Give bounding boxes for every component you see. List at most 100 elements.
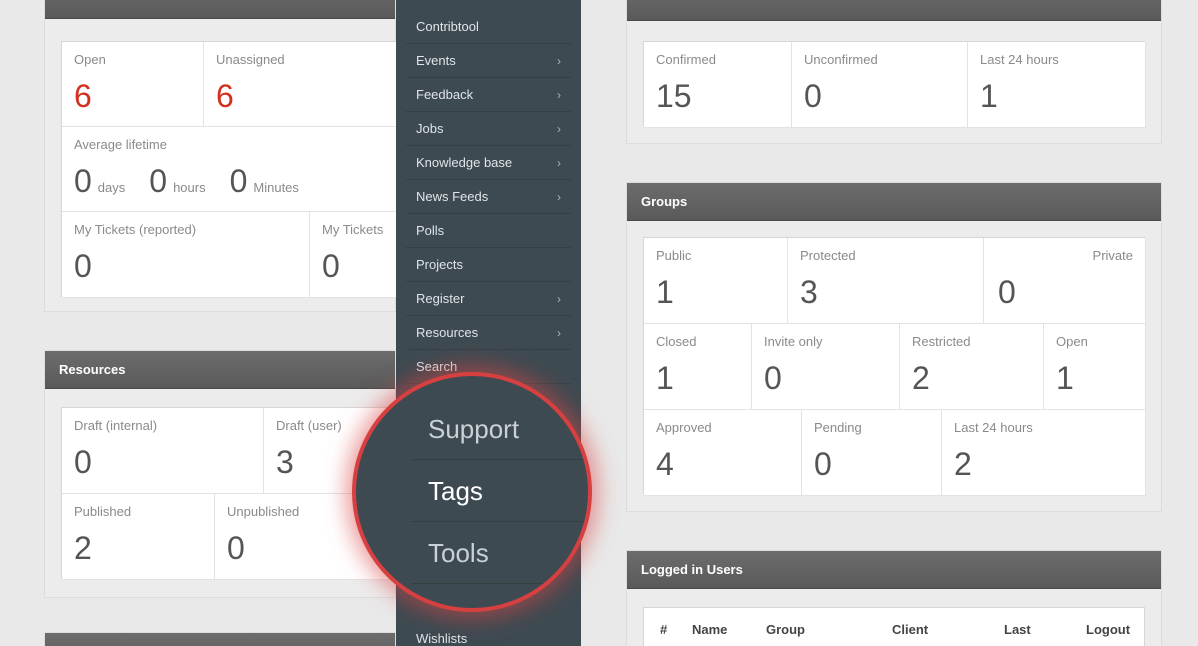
stat-label: Approved [656,420,712,435]
stat-value: 0 [74,444,92,480]
menu-item-label: Projects [416,257,463,272]
stat-invite-only[interactable]: Invite only 0 [752,324,900,410]
menu-item-tools-zoomed[interactable]: Tools [412,522,588,584]
chevron-right-icon: › [557,122,561,136]
stat-label: Open [1056,334,1088,349]
stat-value: 3 [800,274,818,310]
menu-item-resources[interactable]: Resources › [406,316,571,350]
stat-label: Unconfirmed [804,52,878,67]
stat-last-24-hours[interactable]: Last 24 hours 1 [968,42,1146,128]
groups-stats: Public 1 Protected 3 Private 0 Closed 1 … [643,237,1146,496]
stat-value: 0 [322,248,340,284]
stat-value: 1 [656,274,674,310]
stat-my-tickets[interactable]: My Tickets 0 [310,212,410,298]
stat-pending[interactable]: Pending 0 [802,410,942,496]
menu-item-label: Knowledge base [416,155,513,170]
stat-open[interactable]: Open 1 [1044,324,1146,410]
stat-value: 3 [276,444,294,480]
menu-item-label: Feedback [416,87,474,102]
menu-item-label: Search [416,359,458,374]
stat-label: My Tickets [322,222,384,237]
stat-label: Draft (internal) [74,418,158,433]
minutes-unit: Minutes [253,180,299,195]
menu-item-usage-zoomed[interactable]: Usage [412,584,588,608]
stat-open[interactable]: Open 6 [62,42,204,127]
chevron-right-icon: › [557,326,561,340]
days-value: 0 [74,163,92,199]
stat-my-tickets-reported[interactable]: My Tickets (reported) 0 [62,212,310,298]
menu-item-label: Tools [428,538,489,568]
stat-label: Public [656,248,692,263]
resources-stats: Draft (internal) 0 Draft (user) 3 Publis… [61,407,398,580]
stat-restricted[interactable]: Restricted 2 [900,324,1044,410]
col-header-name[interactable]: Name [692,622,727,637]
menu-item-label: Events [416,53,456,68]
stat-label: Protected [800,248,856,263]
stat-unconfirmed[interactable]: Unconfirmed 0 [792,42,968,128]
minutes-value: 0 [229,163,248,199]
resources-panel: Resources Draft (internal) 0 Draft (user… [44,350,398,598]
groups-panel: Groups Public 1 Protected 3 Private 0 Cl… [626,182,1162,512]
chevron-right-icon: › [557,292,561,306]
menu-item-feedback[interactable]: Feedback › [406,78,571,112]
menu-item-label: News Feeds [416,189,489,204]
stat-label: My Tickets (reported) [74,222,197,237]
menu-item-news-feeds[interactable]: News Feeds › [406,180,571,214]
members-panel: Confirmed 15 Unconfirmed 0 Last 24 hours… [626,0,1162,144]
stat-value: 15 [656,78,692,114]
stat-value: 0 [814,446,832,482]
stat-label: Unpublished [227,504,300,519]
menu-item-support-zoomed[interactable]: Support [412,398,588,460]
col-header-last[interactable]: Last [1004,622,1031,637]
resources-panel-header: Resources [45,351,395,389]
menu-item-label: Wishlists [416,631,468,646]
stat-approved[interactable]: Approved 4 [644,410,802,496]
stat-value: 1 [656,360,674,396]
stat-label: Closed [656,334,697,349]
menu-item-contribtool[interactable]: Contribtool [406,10,571,44]
stat-label: Open [74,52,106,67]
menu-item-polls[interactable]: Polls [406,214,571,248]
col-header-logout[interactable]: Logout [1086,622,1130,637]
stat-groups-last-24-hours[interactable]: Last 24 hours 2 [942,410,1146,496]
chevron-right-icon: › [557,54,561,68]
days-unit: days [97,180,126,195]
menu-item-projects[interactable]: Projects [406,248,571,282]
stat-average-lifetime: Average lifetime 0 days 0 hours 0 Minutes [62,127,398,212]
stat-closed[interactable]: Closed 1 [644,324,752,410]
stat-value: 6 [74,78,92,114]
stat-value: 0 [227,530,245,566]
stat-public[interactable]: Public 1 [644,238,788,324]
support-panel: Open 6 Unassigned 6 Average lifetime 0 da… [44,0,410,312]
menu-item-events[interactable]: Events › [406,44,571,78]
stat-label: Published [74,504,132,519]
col-header-group[interactable]: Group [766,622,805,637]
menu-item-knowledge-base[interactable]: Knowledge base › [406,146,571,180]
menu-item-label: Register [416,291,465,306]
menu-item-wishlists[interactable]: Wishlists [406,622,571,646]
stat-protected[interactable]: Protected 3 [788,238,984,324]
stat-draft-internal[interactable]: Draft (internal) 0 [62,408,264,494]
stat-value: 1 [1056,360,1074,396]
stat-label: Invite only [764,334,823,349]
chevron-right-icon: › [557,88,561,102]
menu-item-tags-zoomed[interactable]: Tags [412,460,588,522]
stat-confirmed[interactable]: Confirmed 15 [644,42,792,128]
menu-item-jobs[interactable]: Jobs › [406,112,571,146]
stat-label: Last 24 hours [980,52,1059,67]
chevron-right-icon: › [557,156,561,170]
logged-in-users-header: Logged in Users [627,551,1161,589]
menu-item-register[interactable]: Register › [406,282,571,316]
stat-private[interactable]: Private 0 [984,238,1146,324]
menu-item-label: Contribtool [416,19,479,34]
stat-label: Pending [814,420,862,435]
stat-published[interactable]: Published 2 [62,494,215,580]
members-panel-header [627,0,1161,21]
stat-unassigned[interactable]: Unassigned 6 [204,42,398,127]
col-header-number: # [660,622,668,637]
stat-value: 0 [764,360,782,396]
magnifier-highlight: Support Tags Tools Usage [352,372,592,612]
stat-label: Draft (user) [276,418,342,433]
col-header-client[interactable]: Client [892,622,928,637]
stat-value: 1 [980,78,998,114]
